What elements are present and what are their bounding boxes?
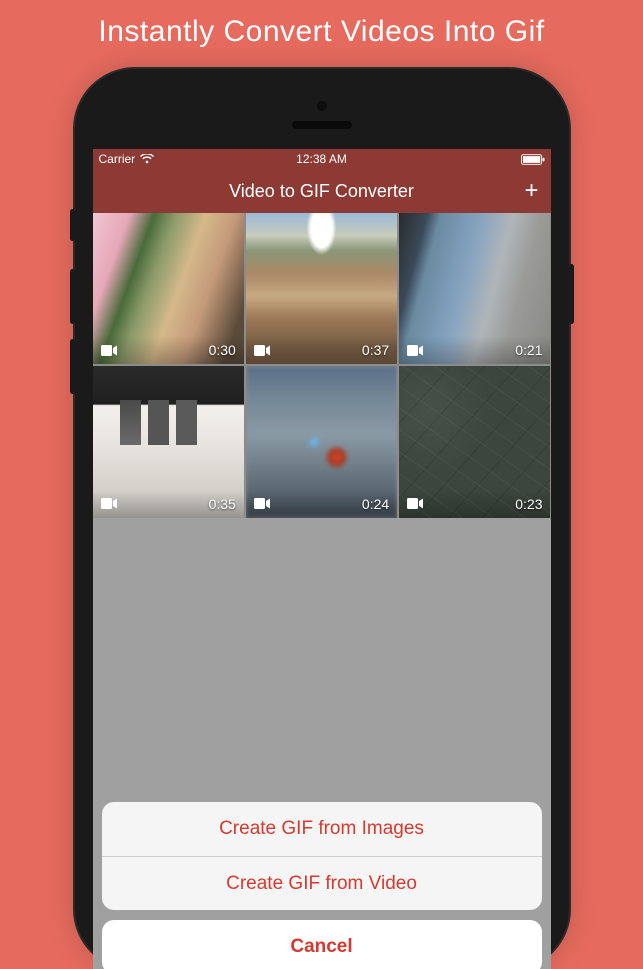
carrier-label: Carrier: [99, 152, 136, 166]
phone-volume-down: [70, 339, 75, 394]
video-tile[interactable]: 0:23: [399, 366, 550, 517]
video-icon: [407, 498, 423, 509]
video-duration: 0:30: [209, 342, 236, 358]
battery-icon: [521, 154, 545, 165]
promo-title: Instantly Convert Videos Into Gif: [0, 0, 643, 69]
video-icon: [101, 345, 117, 356]
phone-volume-up: [70, 269, 75, 324]
phone-mute-switch: [70, 209, 75, 241]
video-grid: 0:30 0:37 0:21: [93, 213, 551, 518]
video-icon: [101, 498, 117, 509]
video-duration: 0:23: [515, 496, 542, 512]
phone-speaker: [292, 121, 352, 129]
video-duration: 0:24: [362, 496, 389, 512]
video-tile[interactable]: 0:37: [246, 213, 397, 364]
video-duration: 0:35: [209, 496, 236, 512]
video-icon: [254, 345, 270, 356]
status-bar: Carrier 12:38 AM: [93, 149, 551, 169]
video-tile[interactable]: 0:21: [399, 213, 550, 364]
video-icon: [254, 498, 270, 509]
phone-frame: Carrier 12:38 AM Video to GIF Converter …: [75, 69, 569, 969]
video-tile[interactable]: 0:30: [93, 213, 244, 364]
create-gif-from-video-button[interactable]: Create GIF from Video: [102, 856, 542, 910]
video-icon: [407, 345, 423, 356]
nav-title: Video to GIF Converter: [229, 181, 414, 202]
cancel-button[interactable]: Cancel: [102, 920, 542, 969]
action-sheet: Create GIF from Images Create GIF from V…: [102, 802, 542, 969]
video-duration: 0:37: [362, 342, 389, 358]
add-button[interactable]: +: [524, 179, 538, 203]
create-gif-from-images-button[interactable]: Create GIF from Images: [102, 802, 542, 856]
phone-power-button: [569, 264, 574, 324]
status-time: 12:38 AM: [296, 152, 347, 166]
phone-screen: Carrier 12:38 AM Video to GIF Converter …: [93, 149, 551, 969]
video-tile[interactable]: 0:35: [93, 366, 244, 517]
action-sheet-options: Create GIF from Images Create GIF from V…: [102, 802, 542, 910]
wifi-icon: [140, 154, 154, 164]
nav-bar: Video to GIF Converter +: [93, 169, 551, 213]
video-duration: 0:21: [515, 342, 542, 358]
video-tile[interactable]: 0:24: [246, 366, 397, 517]
